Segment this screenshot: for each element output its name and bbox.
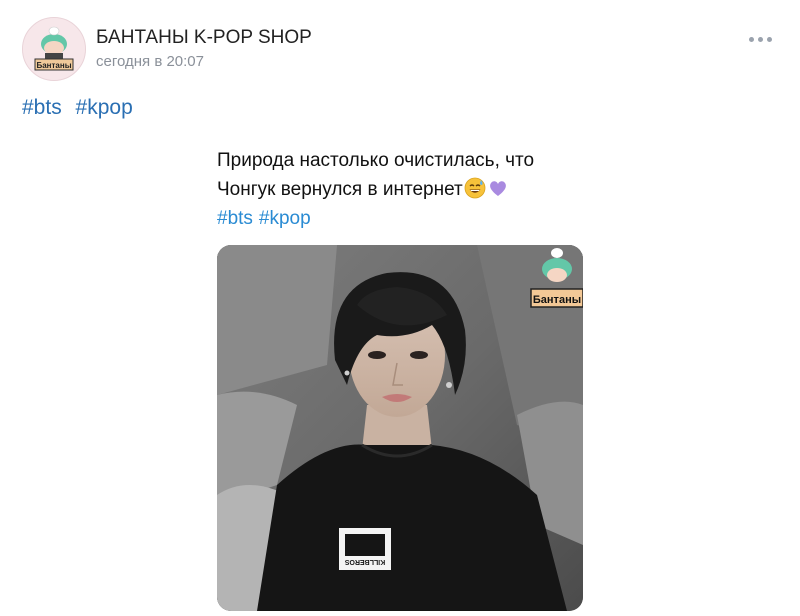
caption-hashtag-link[interactable]: #kpop [259,208,311,229]
more-dot [766,36,772,42]
community-avatar[interactable]: Бантаны [22,17,86,81]
avatar-mascot-icon: Бантаны [23,18,85,80]
avatar-badge-text: Бантаны [36,61,71,70]
post-hashtags: #bts #kpop [22,96,141,120]
caption-hashtags: #bts #kpop [217,204,597,233]
caption-hashtag-link[interactable]: #bts [217,208,253,229]
image-caption: Природа настолько очистилась, что Чонгук… [217,146,597,233]
caption-line: Природа настолько очистилась, что [217,150,535,171]
author-name[interactable]: БАНТАНЫ K-POP SHOP [96,27,312,49]
hashtag-link[interactable]: #bts [22,96,62,119]
post-photo[interactable]: KILLBEROS Бантаны [217,245,583,611]
wall-post: Бантаны БАНТАНЫ K-POP SHOP сегодня в 20:… [0,0,800,616]
more-options-button[interactable] [744,29,776,49]
post-timestamp[interactable]: сегодня в 20:07 [96,53,204,70]
watermark-text: Бантаны [533,294,581,306]
caption-text: Чонгук вернулся в интернет [217,179,463,200]
shirt-print-text: KILLBEROS [344,558,385,565]
more-dot [757,36,763,42]
hashtag-link[interactable]: #kpop [76,96,133,119]
purple-heart-emoji-icon [489,181,506,196]
more-dots-icon [748,36,754,42]
sweat-smile-emoji-icon [464,177,486,199]
selfie-photo-image: KILLBEROS Бантаны [217,245,583,611]
caption-line-with-emoji: Чонгук вернулся в интернет [217,175,597,204]
